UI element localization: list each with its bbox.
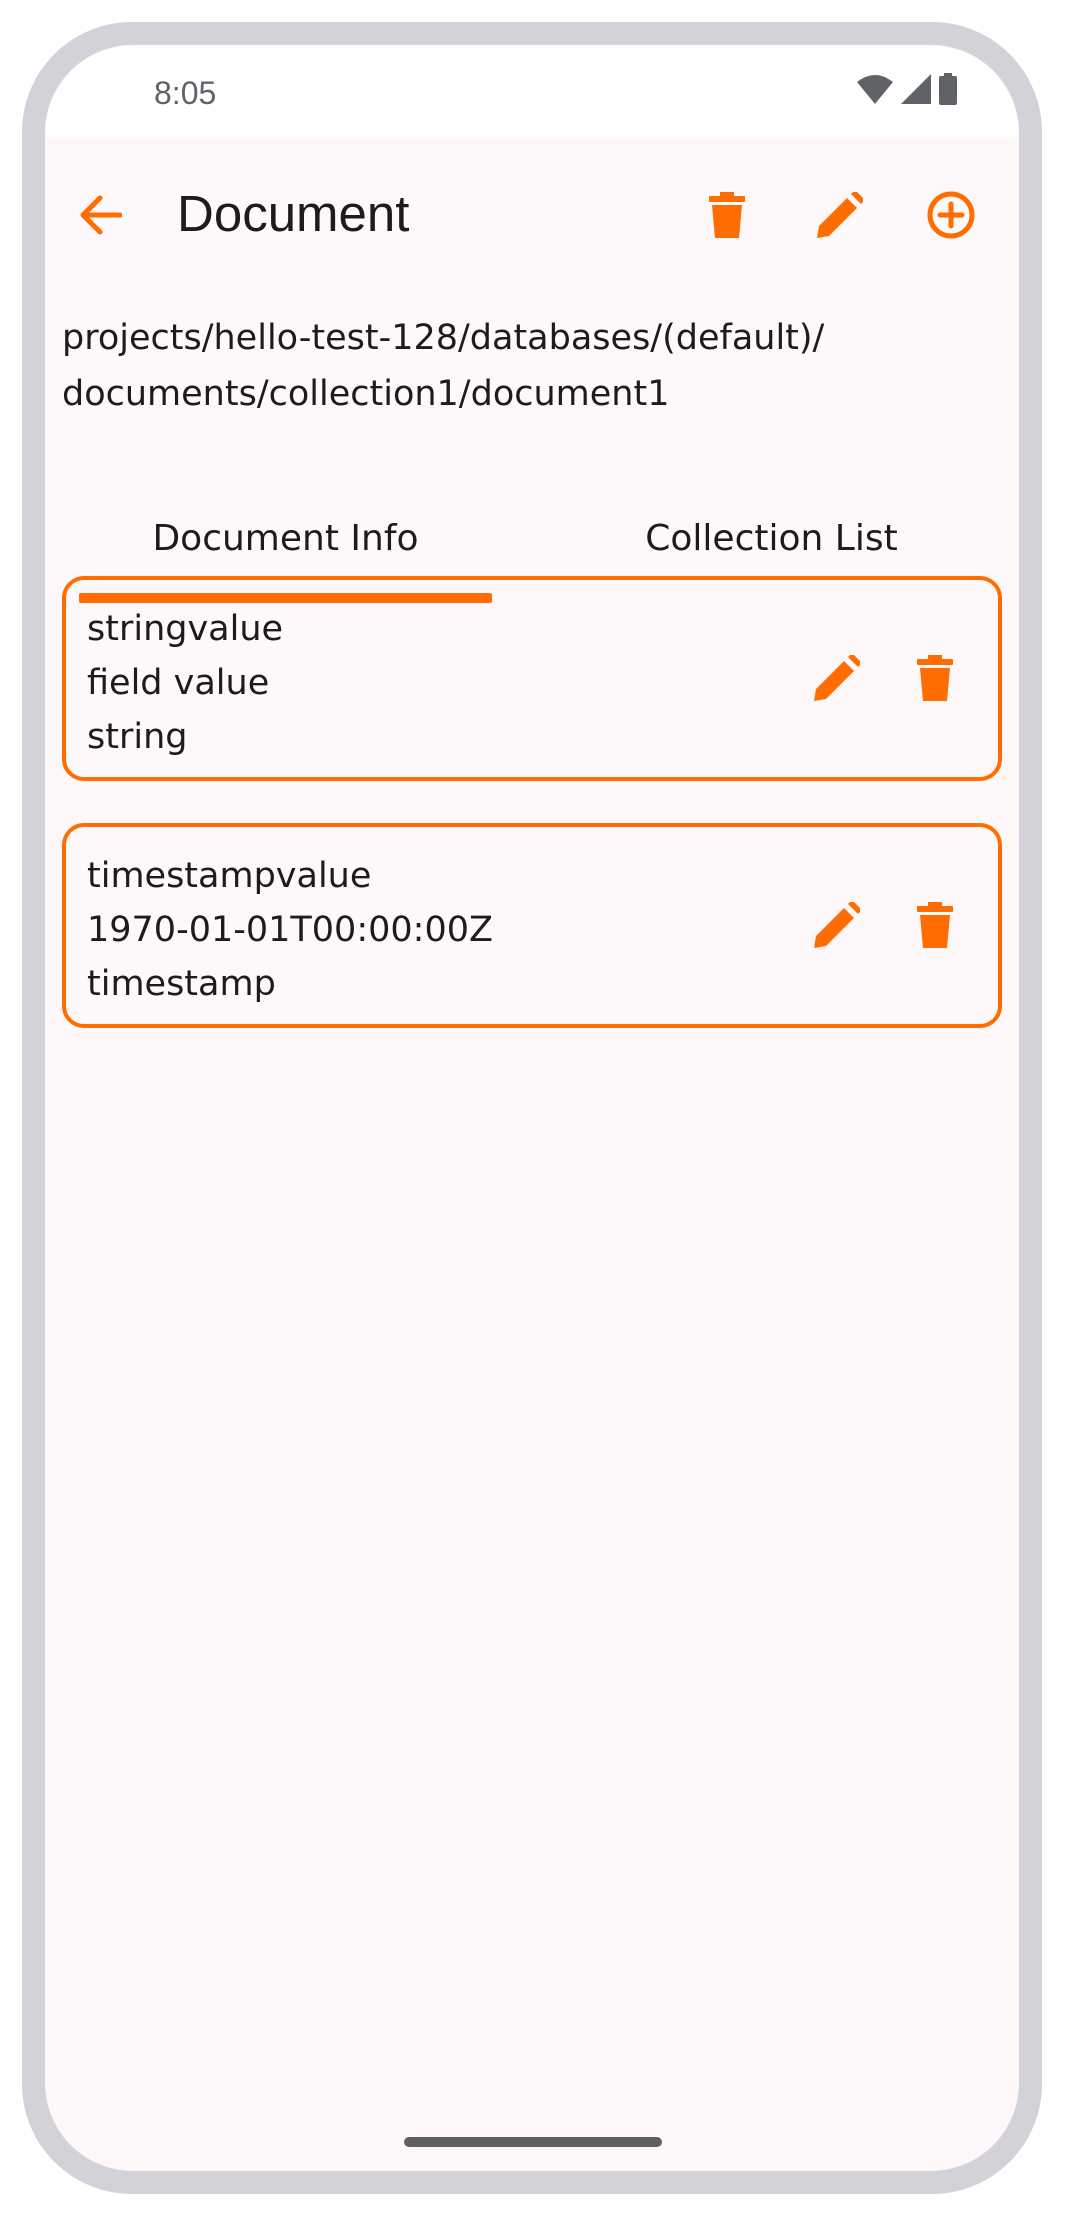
status-time: 8:05 (154, 75, 217, 111)
wifi-icon (857, 75, 893, 104)
field-name: timestampvalue (87, 856, 372, 896)
delete-document-button[interactable] (691, 179, 763, 251)
field-type: timestamp (87, 964, 276, 1004)
edit-field-button[interactable] (801, 642, 873, 714)
back-button[interactable] (64, 179, 136, 251)
field-card: stringvalue field value string (62, 576, 1002, 781)
field-value: 1970-01-01T00:00:00Z (87, 910, 493, 950)
delete-field-button[interactable] (899, 889, 971, 961)
edit-icon (817, 192, 863, 238)
page-title: Document (177, 185, 410, 242)
field-details: timestampvalue 1970-01-01T00:00:00Z time… (87, 849, 493, 1011)
edit-icon (814, 902, 860, 948)
field-details: stringvalue field value string (87, 602, 283, 764)
home-indicator[interactable] (404, 2137, 662, 2147)
status-icons (857, 73, 957, 105)
add-field-button[interactable] (915, 179, 987, 251)
edit-document-button[interactable] (804, 179, 876, 251)
app-screen: 8:05 Document projects/hello-test-128/da… (45, 45, 1019, 2171)
field-card: timestampvalue 1970-01-01T00:00:00Z time… (62, 823, 1002, 1028)
field-name: stringvalue (87, 609, 284, 649)
delete-icon (917, 902, 953, 948)
add-circle-icon (927, 191, 975, 239)
delete-icon (709, 192, 745, 238)
cell-signal-icon (901, 74, 931, 104)
field-type: string (87, 717, 188, 757)
document-path: projects/hello-test-128/databases/(defau… (62, 318, 825, 414)
delete-icon (917, 655, 953, 701)
status-bar: 8:05 (45, 45, 1019, 137)
field-value: field value (87, 663, 270, 703)
battery-icon (939, 73, 957, 105)
arrow-back-icon (80, 195, 122, 235)
edit-field-button[interactable] (801, 889, 873, 961)
edit-icon (814, 655, 860, 701)
delete-field-button[interactable] (899, 642, 971, 714)
